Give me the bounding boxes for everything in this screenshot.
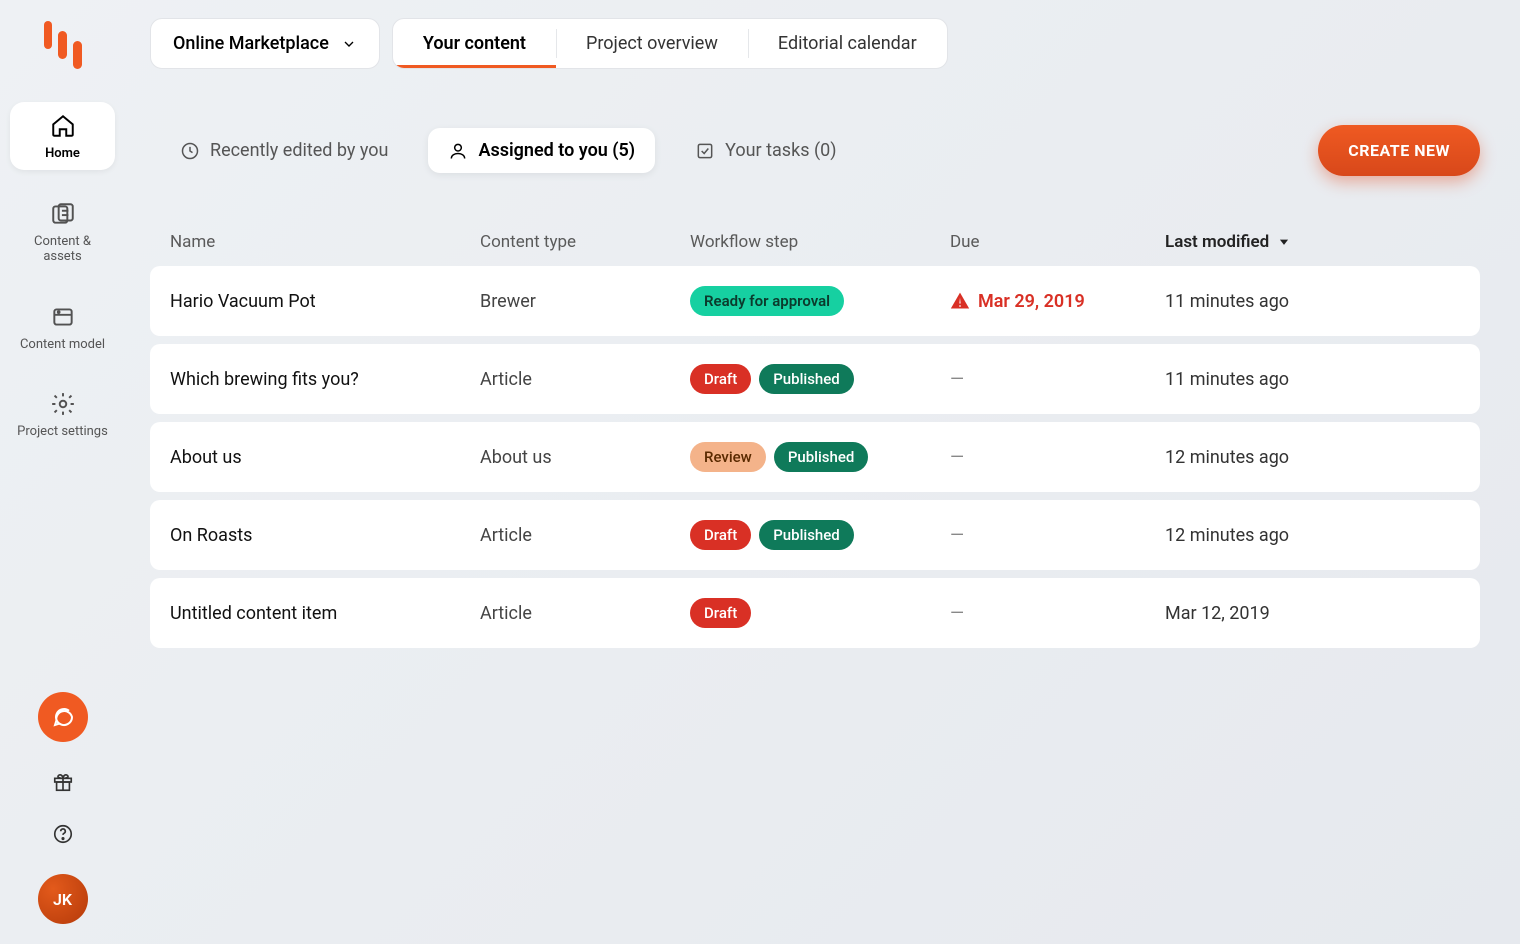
filter-assigned-label: Assigned to you (5) — [478, 140, 635, 161]
filter-recently-edited[interactable]: Recently edited by you — [160, 128, 408, 173]
nav-content-model[interactable]: Content model — [10, 293, 115, 361]
filter-row: Recently edited by you Assigned to you (… — [160, 125, 1480, 176]
table-header: Name Content type Workflow step Due Last… — [150, 218, 1480, 266]
nav-content-assets[interactable]: Content & assets — [10, 190, 115, 273]
topbar: Online Marketplace Your content Project … — [150, 18, 948, 69]
col-name[interactable]: Name — [170, 232, 480, 252]
warning-icon — [950, 291, 970, 311]
tab-editorial-calendar[interactable]: Editorial calendar — [748, 19, 947, 68]
clock-icon — [180, 141, 200, 161]
avatar-initials: JK — [53, 890, 72, 909]
sidebar-bottom: JK — [0, 692, 125, 924]
content-icon — [49, 200, 77, 228]
filter-your-tasks-label: Your tasks (0) — [725, 140, 836, 161]
workflow-badge: Published — [759, 520, 854, 550]
cell-due: — — [950, 525, 1165, 546]
home-icon — [49, 112, 77, 140]
chat-button[interactable] — [38, 692, 88, 742]
workflow-badge: Draft — [690, 520, 751, 550]
cell-last-modified: 11 minutes ago — [1165, 369, 1460, 390]
gift-icon[interactable] — [51, 770, 75, 794]
nav-project-settings-label: Project settings — [17, 424, 108, 440]
table-row[interactable]: Hario Vacuum PotBrewerReady for approval… — [150, 266, 1480, 336]
col-workflow-step[interactable]: Workflow step — [690, 232, 950, 252]
cell-workflow-step: Ready for approval — [690, 286, 950, 316]
cell-last-modified: 11 minutes ago — [1165, 291, 1460, 312]
cell-name: Untitled content item — [170, 603, 480, 624]
cell-last-modified: 12 minutes ago — [1165, 525, 1460, 546]
help-icon[interactable] — [51, 822, 75, 846]
user-avatar[interactable]: JK — [38, 874, 88, 924]
nav-content-model-label: Content model — [20, 337, 105, 353]
nav-project-settings[interactable]: Project settings — [10, 380, 115, 448]
sidebar: Home Content & assets Content model Proj… — [0, 0, 125, 944]
nav-content-assets-label: Content & assets — [14, 234, 111, 265]
cell-content-type: Article — [480, 525, 690, 546]
workflow-badge: Published — [774, 442, 869, 472]
cell-workflow-step: Draft — [690, 598, 950, 628]
cell-due: — — [950, 603, 1165, 624]
table-row[interactable]: Untitled content itemArticleDraft —Mar 12… — [150, 578, 1480, 648]
filter-your-tasks[interactable]: Your tasks (0) — [675, 128, 856, 173]
cell-last-modified: 12 minutes ago — [1165, 447, 1460, 468]
tab-project-overview[interactable]: Project overview — [556, 19, 748, 68]
cell-due: — — [950, 369, 1165, 390]
workflow-badge: Published — [759, 364, 854, 394]
workflow-badge: Ready for approval — [690, 286, 844, 316]
person-icon — [448, 141, 468, 161]
cell-workflow-step: Review Published — [690, 442, 950, 472]
cell-last-modified: Mar 12, 2019 — [1165, 603, 1460, 624]
nav-home-label: Home — [45, 146, 80, 162]
cell-due: — — [950, 447, 1165, 468]
project-selector[interactable]: Online Marketplace — [150, 18, 380, 69]
checkbox-icon — [695, 141, 715, 161]
nav-items: Home Content & assets Content model Proj… — [10, 102, 115, 448]
cell-name: Hario Vacuum Pot — [170, 291, 480, 312]
table-row[interactable]: On RoastsArticleDraft Published —12 minute… — [150, 500, 1480, 570]
table-row[interactable]: Which brewing fits you?ArticleDraft Publi… — [150, 344, 1480, 414]
filter-assigned-to-you[interactable]: Assigned to you (5) — [428, 128, 655, 173]
cell-due: Mar 29, 2019 — [950, 291, 1165, 312]
sort-desc-icon — [1277, 235, 1291, 249]
create-new-button[interactable]: CREATE NEW — [1318, 125, 1480, 176]
cell-workflow-step: Draft Published — [690, 520, 950, 550]
cell-name: About us — [170, 447, 480, 468]
tab-your-content[interactable]: Your content — [393, 19, 556, 68]
main-tabs: Your content Project overview Editorial … — [392, 18, 948, 69]
filter-recently-edited-label: Recently edited by you — [210, 140, 388, 161]
chevron-down-icon — [341, 36, 357, 52]
cell-workflow-step: Draft Published — [690, 364, 950, 394]
nav-home[interactable]: Home — [10, 102, 115, 170]
workflow-badge: Draft — [690, 598, 751, 628]
col-due[interactable]: Due — [950, 232, 1165, 252]
cell-content-type: Brewer — [480, 291, 690, 312]
cell-content-type: About us — [480, 447, 690, 468]
project-name: Online Marketplace — [173, 33, 329, 54]
table-body: Hario Vacuum PotBrewerReady for approval… — [150, 266, 1480, 648]
cell-content-type: Article — [480, 369, 690, 390]
cell-name: On Roasts — [170, 525, 480, 546]
app-logo — [41, 18, 85, 72]
col-last-modified[interactable]: Last modified — [1165, 232, 1460, 252]
model-icon — [49, 303, 77, 331]
cell-content-type: Article — [480, 603, 690, 624]
cell-name: Which brewing fits you? — [170, 369, 480, 390]
col-content-type[interactable]: Content type — [480, 232, 690, 252]
content-table: Name Content type Workflow step Due Last… — [150, 218, 1480, 648]
gear-icon — [49, 390, 77, 418]
workflow-badge: Draft — [690, 364, 751, 394]
workflow-badge: Review — [690, 442, 766, 472]
table-row[interactable]: About usAbout usReviewPublished—12 minut… — [150, 422, 1480, 492]
